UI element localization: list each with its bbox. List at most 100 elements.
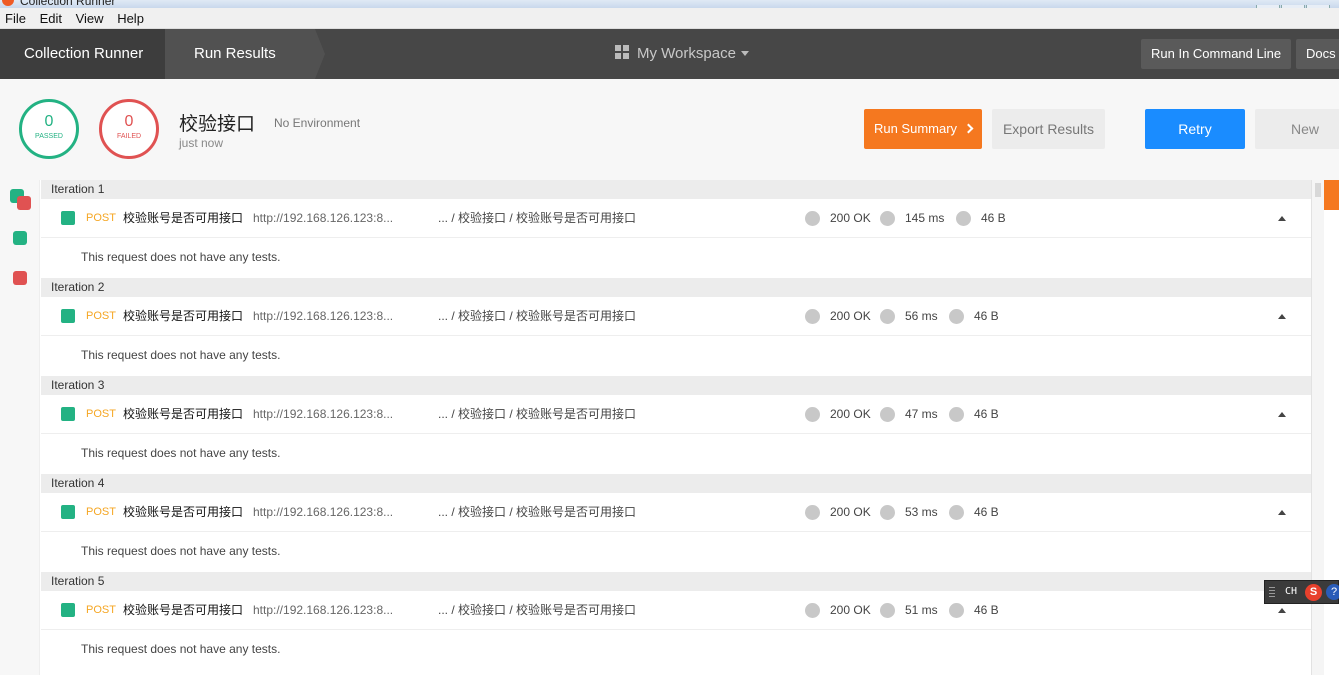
no-tests-message: This request does not have any tests. bbox=[41, 630, 1311, 670]
environment-name: No Environment bbox=[274, 116, 361, 130]
request-name: 校验账号是否可用接口 bbox=[123, 211, 244, 225]
no-tests-message: This request does not have any tests. bbox=[41, 238, 1311, 278]
iteration-block: Iteration 3 POST 校验账号是否可用接口 http://192.1… bbox=[41, 376, 1311, 474]
workspace-label: My Workspace bbox=[637, 45, 736, 62]
menu-help[interactable]: Help bbox=[112, 8, 149, 26]
failed-filter-icon[interactable] bbox=[13, 271, 27, 285]
menu-bar: File Edit View Help bbox=[0, 8, 1339, 29]
request-name: 校验账号是否可用接口 bbox=[123, 407, 244, 421]
results-list: Iteration 1 POST 校验账号是否可用接口 http://192.1… bbox=[41, 180, 1311, 675]
retry-button[interactable]: Retry bbox=[1145, 109, 1245, 149]
request-url: http://192.168.126.123:8... bbox=[253, 603, 394, 617]
run-summary-button[interactable]: Run Summary bbox=[864, 109, 982, 149]
run-timestamp: just now bbox=[179, 136, 224, 150]
window-controls bbox=[1255, 0, 1335, 8]
chevron-down-icon bbox=[740, 51, 749, 56]
request-row[interactable]: POST 校验账号是否可用接口 http://192.168.126.123:8… bbox=[41, 297, 1311, 336]
iteration-block: Iteration 5 POST 校验账号是否可用接口 http://192.1… bbox=[41, 572, 1311, 670]
response-status: 200 OK bbox=[830, 407, 871, 421]
help-icon[interactable]: ? bbox=[1326, 584, 1339, 600]
collapse-caret-icon[interactable] bbox=[1278, 412, 1286, 417]
request-name: 校验账号是否可用接口 bbox=[123, 603, 244, 617]
window-titlebar: Collection Runner bbox=[0, 0, 1339, 8]
workspace-selector[interactable]: My Workspace bbox=[615, 29, 749, 79]
request-path: ... / 校验接口 / 校验账号是否可用接口 bbox=[438, 407, 637, 421]
response-time: 47 ms bbox=[905, 407, 938, 421]
request-row[interactable]: POST 校验账号是否可用接口 http://192.168.126.123:8… bbox=[41, 591, 1311, 630]
response-status: 200 OK bbox=[830, 211, 871, 225]
request-name: 校验账号是否可用接口 bbox=[123, 309, 244, 323]
request-path: ... / 校验接口 / 校验账号是否可用接口 bbox=[438, 211, 637, 225]
collapse-caret-icon[interactable] bbox=[1278, 608, 1286, 613]
size-dot-icon bbox=[956, 211, 971, 226]
request-row[interactable]: POST 校验账号是否可用接口 http://192.168.126.123:8… bbox=[41, 199, 1311, 238]
request-method: POST bbox=[86, 212, 116, 224]
passed-count: 0 bbox=[44, 113, 54, 130]
docs-button[interactable]: Docs bbox=[1296, 39, 1339, 69]
request-status-icon bbox=[61, 407, 75, 421]
request-row[interactable]: POST 校验账号是否可用接口 http://192.168.126.123:8… bbox=[41, 395, 1311, 434]
time-dot-icon bbox=[880, 603, 895, 618]
request-method: POST bbox=[86, 408, 116, 420]
response-size: 46 B bbox=[974, 309, 999, 323]
iteration-header: Iteration 5 bbox=[41, 572, 1311, 591]
collapse-caret-icon[interactable] bbox=[1278, 216, 1286, 221]
collapse-caret-icon[interactable] bbox=[1278, 510, 1286, 515]
ime-toolbar[interactable]: CH S ? bbox=[1264, 580, 1339, 604]
request-status-icon bbox=[61, 211, 75, 225]
iteration-header: Iteration 2 bbox=[41, 278, 1311, 297]
time-dot-icon bbox=[880, 505, 895, 520]
status-dot-icon bbox=[805, 309, 820, 324]
response-size: 46 B bbox=[974, 407, 999, 421]
drag-handle-icon[interactable] bbox=[1269, 587, 1275, 599]
failed-label: FAILED bbox=[116, 133, 142, 140]
menu-edit[interactable]: Edit bbox=[35, 8, 67, 26]
no-tests-message: This request does not have any tests. bbox=[41, 434, 1311, 474]
menu-view[interactable]: View bbox=[71, 8, 109, 26]
app-logo-icon bbox=[2, 0, 14, 6]
response-time: 56 ms bbox=[905, 309, 938, 323]
response-time: 145 ms bbox=[905, 211, 945, 225]
all-results-filter-icon[interactable] bbox=[17, 196, 31, 210]
iteration-header: Iteration 3 bbox=[41, 376, 1311, 395]
request-url: http://192.168.126.123:8... bbox=[253, 407, 394, 421]
passed-filter-icon[interactable] bbox=[13, 231, 27, 245]
new-button[interactable]: New bbox=[1255, 109, 1339, 149]
no-tests-message: This request does not have any tests. bbox=[41, 532, 1311, 572]
sogou-logo-icon[interactable]: S bbox=[1305, 584, 1322, 601]
request-status-icon bbox=[61, 309, 75, 323]
request-url: http://192.168.126.123:8... bbox=[253, 211, 394, 225]
breadcrumb-collection-runner[interactable]: Collection Runner bbox=[0, 29, 165, 79]
request-path: ... / 校验接口 / 校验账号是否可用接口 bbox=[438, 505, 637, 519]
menu-file[interactable]: File bbox=[0, 8, 31, 26]
export-results-button[interactable]: Export Results bbox=[992, 109, 1105, 149]
chevron-right-icon bbox=[963, 123, 974, 134]
request-status-icon bbox=[61, 505, 75, 519]
iteration-block: Iteration 4 POST 校验账号是否可用接口 http://192.1… bbox=[41, 474, 1311, 572]
collapse-caret-icon[interactable] bbox=[1278, 314, 1286, 319]
header-bar: Collection Runner Run Results My Workspa… bbox=[0, 29, 1339, 79]
response-status: 200 OK bbox=[830, 309, 871, 323]
response-time: 51 ms bbox=[905, 603, 938, 617]
status-dot-icon bbox=[805, 211, 820, 226]
time-dot-icon bbox=[880, 407, 895, 422]
response-size: 46 B bbox=[974, 603, 999, 617]
request-status-icon bbox=[61, 603, 75, 617]
collection-name: 校验接口 bbox=[179, 114, 256, 135]
response-size: 46 B bbox=[981, 211, 1006, 225]
iteration-header: Iteration 1 bbox=[41, 180, 1311, 199]
response-size: 46 B bbox=[974, 505, 999, 519]
size-dot-icon bbox=[949, 309, 964, 324]
request-row[interactable]: POST 校验账号是否可用接口 http://192.168.126.123:8… bbox=[41, 493, 1311, 532]
breadcrumb-run-results[interactable]: Run Results bbox=[165, 29, 315, 79]
status-dot-icon bbox=[805, 603, 820, 618]
size-dot-icon bbox=[949, 407, 964, 422]
request-path: ... / 校验接口 / 校验账号是否可用接口 bbox=[438, 309, 637, 323]
run-in-command-line-button[interactable]: Run In Command Line bbox=[1141, 39, 1292, 69]
passed-counter: 0 PASSED bbox=[19, 99, 79, 159]
ime-language[interactable]: CH bbox=[1285, 586, 1297, 597]
scrollbar-thumb[interactable] bbox=[1315, 183, 1321, 197]
status-dot-icon bbox=[805, 505, 820, 520]
request-url: http://192.168.126.123:8... bbox=[253, 309, 394, 323]
response-status: 200 OK bbox=[830, 603, 871, 617]
